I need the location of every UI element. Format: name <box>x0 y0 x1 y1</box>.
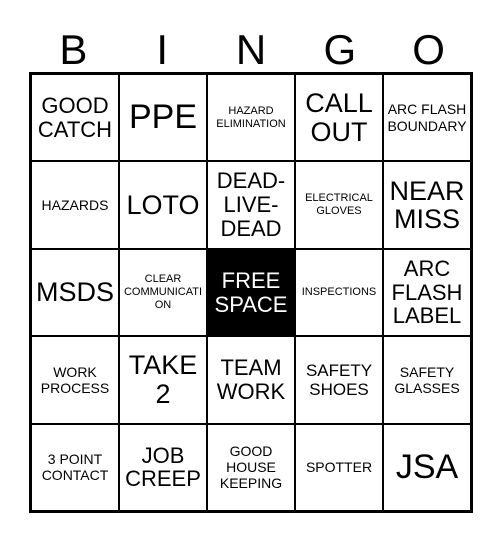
bingo-cell-g1[interactable]: CALL OUT <box>296 75 384 161</box>
bingo-cell-label: GOOD HOUSE KEEPING <box>219 442 283 492</box>
bingo-header-letter-o: O <box>412 26 445 73</box>
bingo-cell-g5[interactable]: SPOTTER <box>296 424 384 511</box>
bingo-cell-label: DEAD- LIVE- DEAD <box>216 168 286 241</box>
bingo-cell-label: TAKE 2 <box>128 350 198 409</box>
bingo-cell-label: INSPECTIONS <box>301 286 377 299</box>
bingo-cell-b1[interactable]: GOOD CATCH <box>32 75 120 161</box>
bingo-header-letters: B I N G O <box>29 20 473 72</box>
bingo-cell-o5[interactable]: JSA <box>384 424 470 511</box>
bingo-cell-label: JSA <box>395 447 459 486</box>
bingo-header-letter-b: B <box>59 26 88 73</box>
bingo-cell-n5[interactable]: GOOD HOUSE KEEPING <box>208 424 296 511</box>
bingo-cell-g3[interactable]: INSPECTIONS <box>296 249 384 336</box>
bingo-cell-label: SAFETY SHOES <box>305 360 373 399</box>
bingo-cell-g2[interactable]: ELECTRICAL GLOVES <box>296 162 384 248</box>
bingo-cell-o4[interactable]: SAFETY GLASSES <box>384 337 470 423</box>
bingo-row-3: MSDS CLEAR COMMUNICATION FREE SPACE INSP… <box>32 249 470 338</box>
bingo-cell-o1[interactable]: ARC FLASH BOUNDARY <box>384 75 470 161</box>
bingo-header-letter-i: I <box>156 26 169 73</box>
bingo-cell-label: ARC FLASH LABEL <box>391 255 463 329</box>
bingo-cell-n2[interactable]: DEAD- LIVE- DEAD <box>208 162 296 248</box>
bingo-cell-label: 3 POINT CONTACT <box>41 451 109 484</box>
bingo-header-letter-g: G <box>323 26 357 73</box>
bingo-header-letter-n: N <box>235 26 267 73</box>
bingo-cell-b5[interactable]: 3 POINT CONTACT <box>32 424 120 511</box>
bingo-row-2: HAZARDS LOTO DEAD- LIVE- DEAD ELECTRICAL… <box>32 162 470 250</box>
bingo-cell-label: SAFETY GLASSES <box>394 363 460 396</box>
bingo-cell-i2[interactable]: LOTO <box>120 162 208 248</box>
bingo-cell-label: PPE <box>128 98 198 137</box>
bingo-cell-label: JOB CREEP <box>125 442 201 492</box>
bingo-cell-label: ARC FLASH BOUNDARY <box>387 101 467 134</box>
bingo-cell-label: HAZARDS <box>41 196 109 213</box>
bingo-cell-label: SPOTTER <box>305 459 373 476</box>
bingo-cell-label: LOTO <box>126 189 200 220</box>
bingo-cell-label: TEAM WORK <box>216 355 286 404</box>
bingo-cell-label: HAZARD ELIMINATION <box>216 104 286 130</box>
bingo-cell-b4[interactable]: WORK PROCESS <box>32 337 120 423</box>
bingo-cell-label: MSDS <box>35 277 114 308</box>
bingo-cell-b3[interactable]: MSDS <box>32 249 120 336</box>
bingo-cell-n4[interactable]: TEAM WORK <box>208 337 296 423</box>
bingo-cell-b2[interactable]: HAZARDS <box>32 162 120 248</box>
bingo-cell-o2[interactable]: NEAR MISS <box>384 162 470 248</box>
bingo-cell-i4[interactable]: TAKE 2 <box>120 337 208 423</box>
bingo-cell-label: ELECTRICAL GLOVES <box>305 192 373 218</box>
bingo-row-1: GOOD CATCH PPE HAZARD ELIMINATION CALL O… <box>32 75 470 163</box>
bingo-cell-n1[interactable]: HAZARD ELIMINATION <box>208 75 296 161</box>
bingo-cell-i3[interactable]: CLEAR COMMUNICATION <box>120 249 208 336</box>
bingo-cell-free-space[interactable]: FREE SPACE <box>208 249 296 336</box>
bingo-cell-i5[interactable]: JOB CREEP <box>120 424 208 511</box>
bingo-card: B I N G O GOOD CATCH PPE HAZARD ELIMINAT… <box>0 0 501 544</box>
bingo-cell-label: NEAR MISS <box>389 175 465 235</box>
bingo-cell-label: WORK PROCESS <box>40 363 110 396</box>
bingo-grid: GOOD CATCH PPE HAZARD ELIMINATION CALL O… <box>29 72 473 513</box>
bingo-cell-label: FREE SPACE <box>214 267 288 317</box>
bingo-cell-label: GOOD CATCH <box>37 92 113 142</box>
bingo-cell-g4[interactable]: SAFETY SHOES <box>296 337 384 423</box>
bingo-row-4: WORK PROCESS TAKE 2 TEAM WORK SAFETY SHO… <box>32 337 470 425</box>
bingo-row-5: 3 POINT CONTACT JOB CREEP GOOD HOUSE KEE… <box>32 424 470 511</box>
bingo-cell-i1[interactable]: PPE <box>120 75 208 161</box>
bingo-cell-label: CALL OUT <box>305 88 373 147</box>
bingo-cell-o3[interactable]: ARC FLASH LABEL <box>384 249 470 336</box>
bingo-cell-label: CLEAR COMMUNICATION <box>123 273 202 311</box>
